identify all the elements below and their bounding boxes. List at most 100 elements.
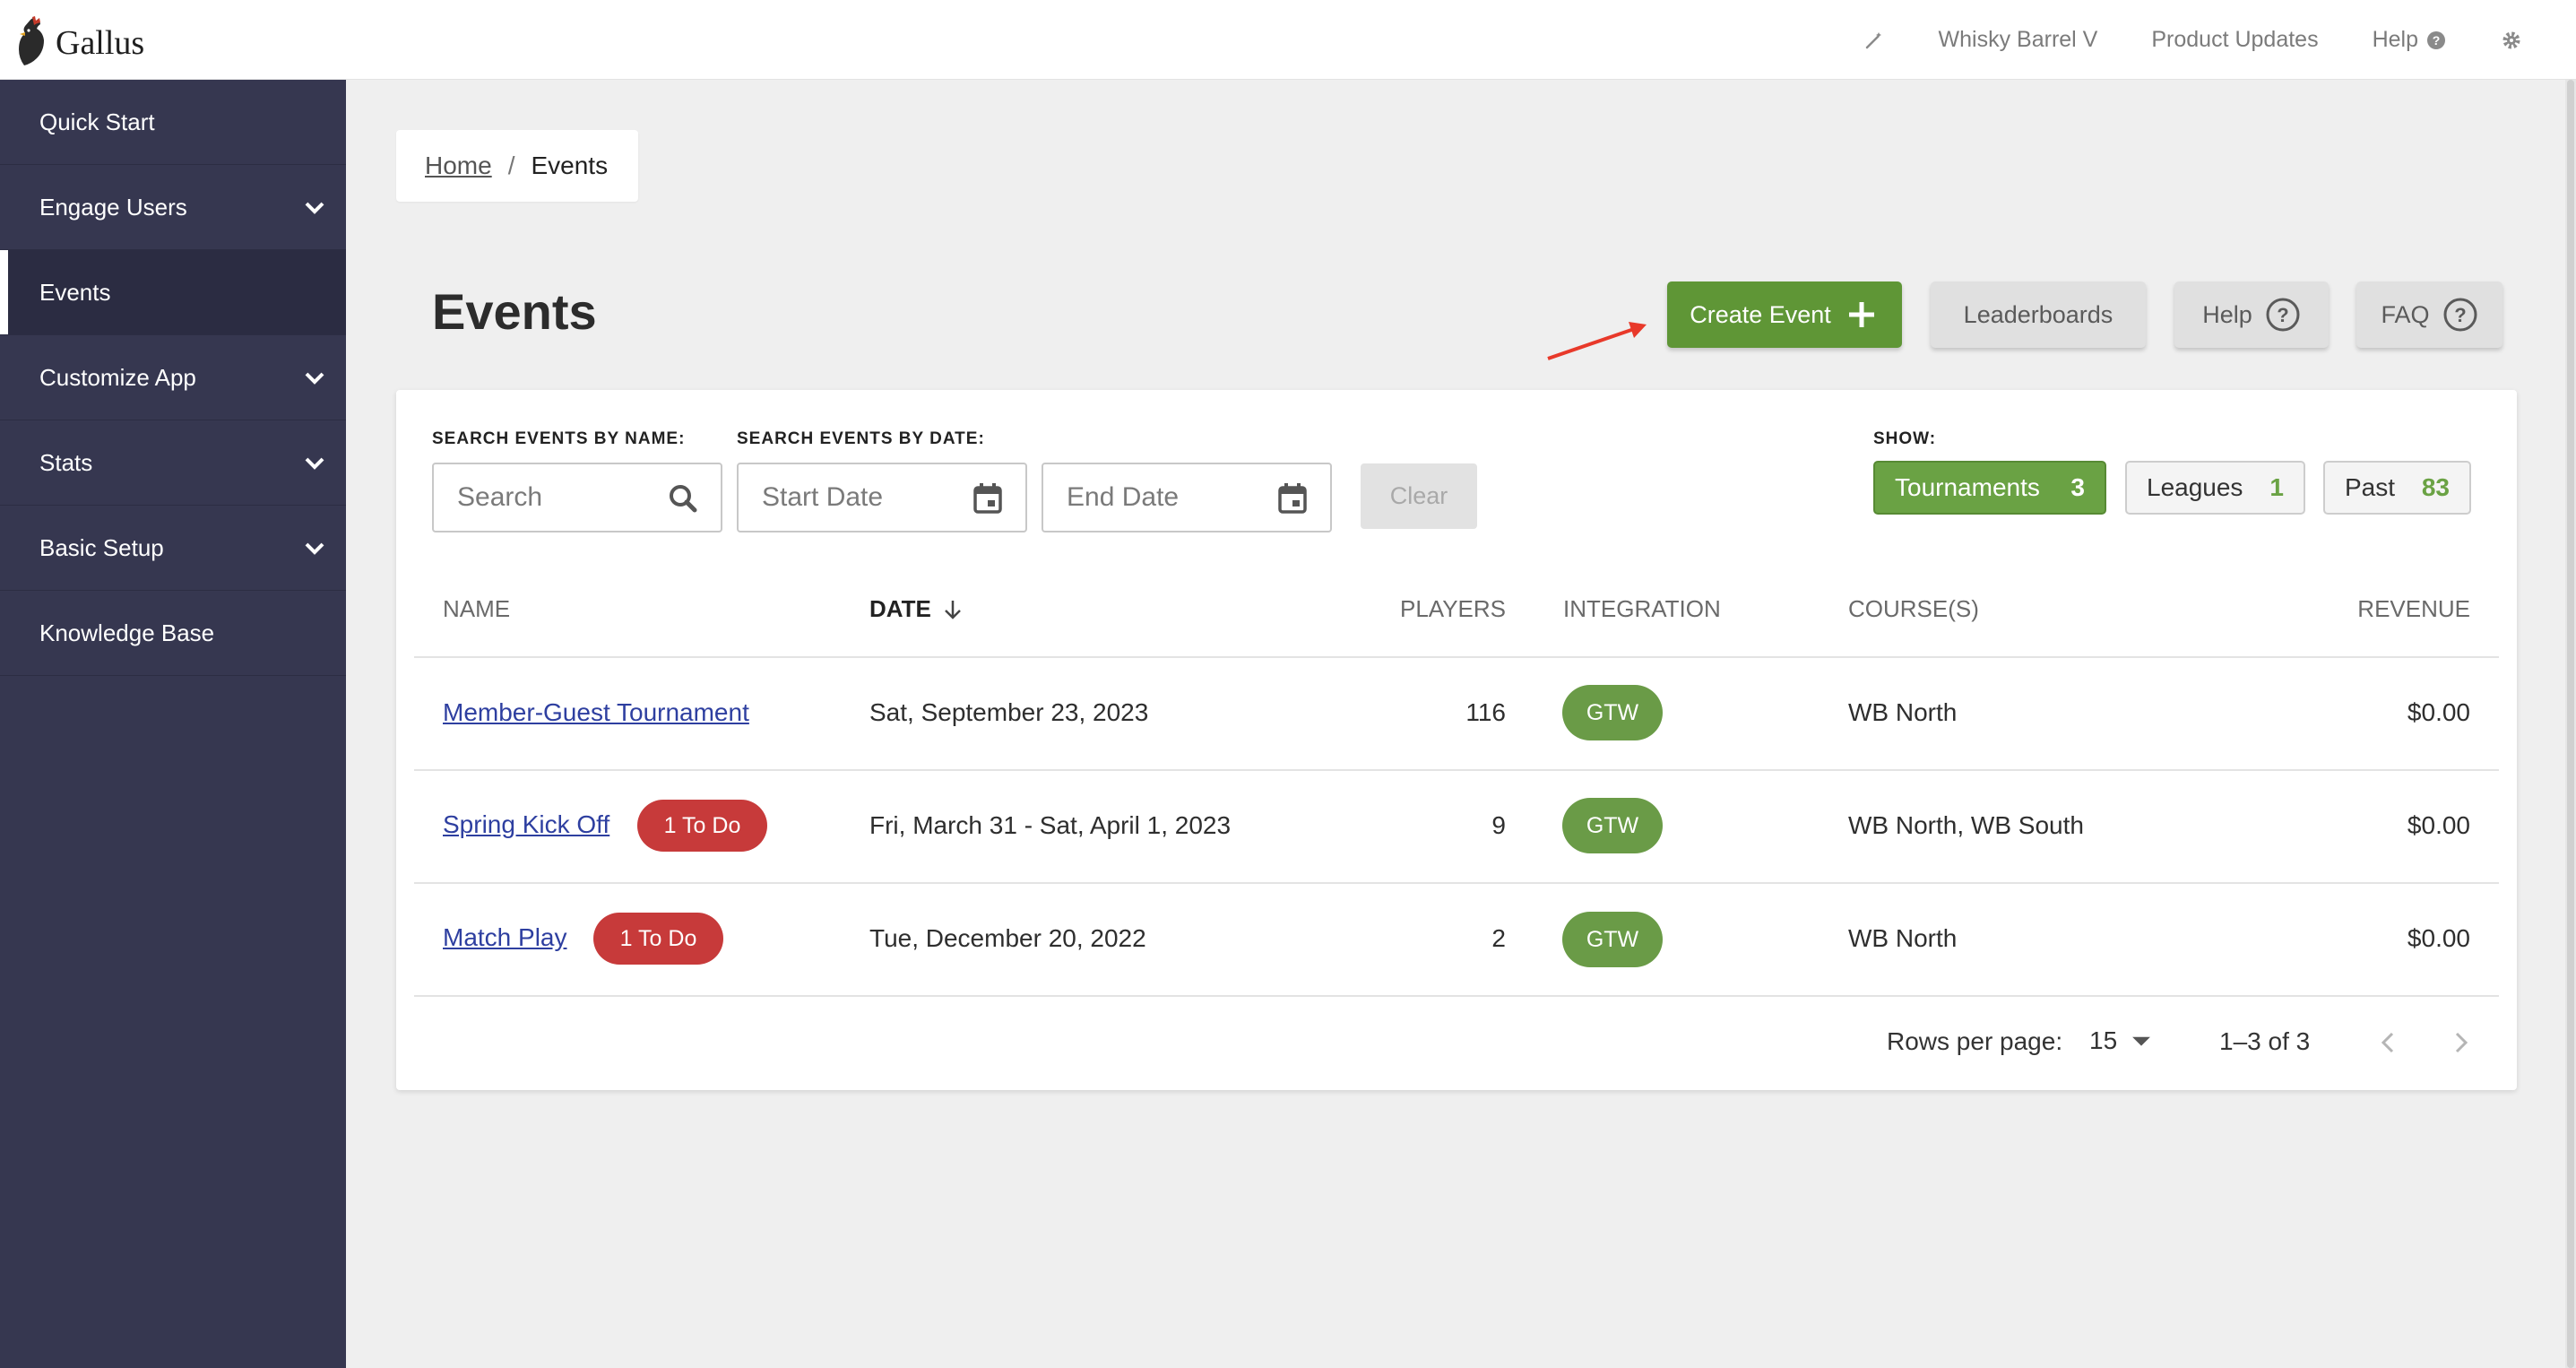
- create-event-label: Create Event: [1690, 300, 1831, 328]
- event-name-link[interactable]: Member-Guest Tournament: [443, 698, 749, 727]
- chevron-down-icon: [305, 542, 324, 555]
- calendar-icon: [1278, 483, 1307, 514]
- sidebar-item-quick-start[interactable]: Quick Start: [0, 80, 346, 165]
- event-players: 9: [1491, 811, 1506, 839]
- club-name: Whisky Barrel V: [1938, 27, 2098, 52]
- event-date: Tue, December 20, 2022: [869, 924, 1146, 952]
- divider: [414, 656, 2499, 658]
- start-date-input[interactable]: [762, 482, 941, 513]
- magic-wand-icon: [1865, 31, 1881, 48]
- search-field[interactable]: [432, 463, 722, 532]
- svg-text:?: ?: [2277, 304, 2288, 326]
- question-circle-icon: ?: [2443, 298, 2477, 332]
- todo-badge[interactable]: 1 To Do: [593, 913, 723, 965]
- page-scrollbar[interactable]: [2565, 80, 2576, 1368]
- chip-label: Leagues: [2147, 473, 2243, 501]
- divider: [414, 995, 2499, 997]
- plus-icon: [1848, 302, 1874, 327]
- question-circle-icon: ?: [2427, 30, 2445, 49]
- annotation-arrow-icon: [1547, 322, 1647, 360]
- leagues-filter-chip[interactable]: Leagues 1: [2125, 461, 2305, 515]
- chip-label: Past: [2345, 473, 2396, 501]
- magic-wand-button[interactable]: [1863, 30, 1885, 51]
- sidebar-item-label: Customize App: [39, 363, 196, 391]
- column-header-courses[interactable]: COURSE(S): [1848, 595, 1979, 623]
- event-name-link[interactable]: Spring Kick Off: [443, 810, 609, 839]
- chevron-down-icon: [305, 372, 324, 385]
- column-header-revenue[interactable]: REVENUE: [2291, 595, 2470, 623]
- chevron-down-icon: [305, 457, 324, 470]
- sidebar-item-customize-app[interactable]: Customize App: [0, 335, 346, 420]
- tournaments-filter-chip[interactable]: Tournaments 3: [1873, 461, 2106, 515]
- sidebar-item-label: Quick Start: [39, 108, 155, 135]
- event-revenue: $0.00: [2407, 811, 2470, 839]
- rows-per-page-select[interactable]: 15: [2089, 1026, 2157, 1056]
- leaderboards-button[interactable]: Leaderboards: [1931, 281, 2146, 348]
- search-name-label: SEARCH EVENTS BY NAME:: [432, 429, 686, 448]
- next-page-button[interactable]: [2445, 1027, 2476, 1064]
- search-input[interactable]: [457, 482, 636, 513]
- scrollbar-thumb[interactable]: [2567, 80, 2574, 1368]
- leaderboards-label: Leaderboards: [1963, 300, 2114, 328]
- divider: [414, 769, 2499, 771]
- product-updates-label: Product Updates: [2151, 27, 2319, 52]
- sort-arrow-down-icon: [944, 600, 961, 619]
- event-players: 116: [1465, 698, 1506, 726]
- chip-count: 83: [2421, 473, 2450, 501]
- rows-per-page-value: 15: [2089, 1026, 2118, 1054]
- breadcrumb-current: Events: [531, 152, 609, 179]
- faq-label: FAQ: [2381, 300, 2430, 328]
- top-nav: Whisky Barrel V Product Updates Help ?: [1863, 0, 2522, 80]
- calendar-icon: [973, 483, 1002, 514]
- top-help-link[interactable]: Help ?: [2373, 27, 2447, 53]
- end-date-field[interactable]: [1042, 463, 1332, 532]
- rooster-logo-icon: [19, 16, 44, 65]
- divider: [414, 882, 2499, 884]
- svg-text:?: ?: [2454, 304, 2466, 326]
- sidebar-item-events[interactable]: Events: [0, 250, 346, 335]
- sidebar-item-label: Engage Users: [39, 193, 187, 221]
- column-header-players[interactable]: PLAYERS: [1327, 595, 1506, 623]
- create-event-button[interactable]: Create Event: [1667, 281, 1902, 348]
- column-header-date[interactable]: DATE: [869, 595, 965, 623]
- integration-badge: GTW: [1562, 912, 1663, 967]
- start-date-field[interactable]: [737, 463, 1027, 532]
- column-header-integration[interactable]: INTEGRATION: [1563, 595, 1721, 623]
- pagination-range: 1–3 of 3: [2219, 1027, 2311, 1055]
- sidebar-item-label: Knowledge Base: [39, 619, 215, 646]
- help-button[interactable]: Help ?: [2174, 281, 2329, 348]
- column-header-name[interactable]: NAME: [443, 595, 510, 623]
- top-help-label: Help: [2372, 27, 2418, 52]
- search-icon: [670, 485, 697, 513]
- event-courses: WB North: [1848, 924, 1958, 952]
- faq-button[interactable]: FAQ ?: [2356, 281, 2503, 348]
- sidebar-item-knowledge-base[interactable]: Knowledge Base: [0, 591, 346, 676]
- end-date-input[interactable]: [1067, 482, 1246, 513]
- settings-button[interactable]: [2501, 30, 2522, 51]
- breadcrumb-separator: /: [507, 152, 515, 179]
- product-updates-link[interactable]: Product Updates: [2151, 27, 2318, 53]
- previous-page-button[interactable]: [2373, 1027, 2404, 1064]
- integration-badge: GTW: [1562, 685, 1663, 740]
- club-selector[interactable]: Whisky Barrel V: [1939, 27, 2098, 53]
- event-name-link[interactable]: Match Play: [443, 923, 567, 952]
- app-name: Gallus: [56, 24, 145, 62]
- app-logo[interactable]: Gallus: [14, 16, 144, 70]
- breadcrumb-home-link[interactable]: Home: [425, 152, 492, 180]
- sidebar: Quick Start Engage Users Events Customiz…: [0, 80, 346, 1368]
- column-header-date-label: DATE: [869, 595, 931, 622]
- clear-button[interactable]: Clear: [1361, 463, 1477, 529]
- sidebar-item-stats[interactable]: Stats: [0, 420, 346, 506]
- event-revenue: $0.00: [2407, 924, 2470, 952]
- sidebar-item-basic-setup[interactable]: Basic Setup: [0, 506, 346, 591]
- past-filter-chip[interactable]: Past 83: [2323, 461, 2471, 515]
- rows-per-page-label: Rows per page:: [1887, 1027, 2063, 1055]
- event-date: Fri, March 31 - Sat, April 1, 2023: [869, 811, 1232, 839]
- event-courses: WB North, WB South: [1848, 811, 2084, 839]
- todo-badge[interactable]: 1 To Do: [637, 800, 767, 852]
- svg-text:?: ?: [2433, 33, 2441, 48]
- show-label: SHOW:: [1873, 429, 1937, 448]
- page-title: Events: [432, 283, 597, 340]
- search-date-label: SEARCH EVENTS BY DATE:: [737, 429, 985, 448]
- sidebar-item-engage-users[interactable]: Engage Users: [0, 165, 346, 250]
